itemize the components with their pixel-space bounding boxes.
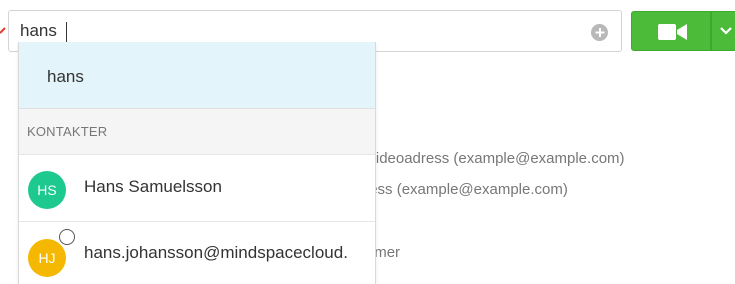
pointer-arrow-icon (0, 27, 6, 34)
clear-circle-icon[interactable] (591, 24, 608, 41)
section-header-label: KONTAKTER (27, 124, 108, 139)
text-caret (66, 22, 67, 42)
contact-name: Hans Samuelsson (84, 177, 222, 196)
contact-name: hans.johansson@mindspacecloud. (84, 243, 348, 262)
autocomplete-dropdown: hans KONTAKTER HS Hans Samuelsson HJ han… (18, 42, 376, 284)
video-camera-icon (658, 24, 687, 40)
contact-item[interactable]: HJ hans.johansson@mindspacecloud. (19, 223, 375, 284)
call-options-dropdown-button[interactable] (711, 11, 735, 51)
avatar: HS (28, 171, 66, 209)
contact-item[interactable]: HS Hans Samuelsson (19, 155, 375, 222)
search-suggestion[interactable]: hans (19, 42, 375, 109)
page: samtalets videoadress (example@example.c… (0, 0, 735, 284)
video-call-button[interactable] (631, 11, 711, 51)
chevron-down-icon (720, 27, 732, 35)
avatar: HJ (28, 239, 66, 277)
section-header: KONTAKTER (19, 109, 375, 155)
presence-status-icon (59, 229, 75, 245)
suggestion-label: hans (47, 67, 84, 86)
